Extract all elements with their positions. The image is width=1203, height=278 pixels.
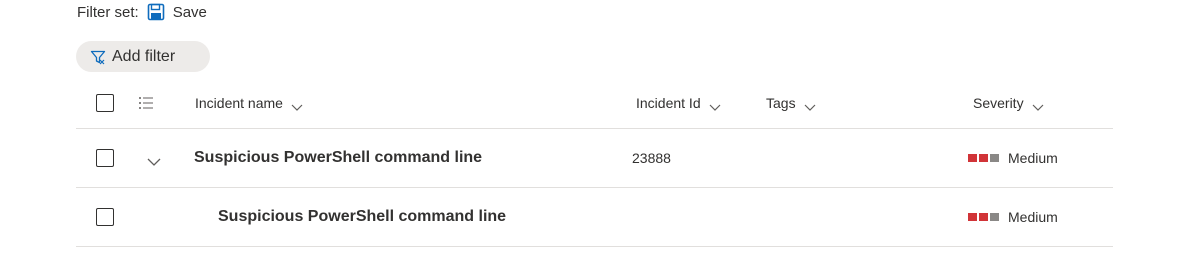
save-label: Save — [172, 3, 207, 21]
column-header-severity[interactable]: Severity — [973, 77, 1044, 128]
severity-cell: Medium — [968, 129, 1058, 187]
severity-indicator: Medium — [968, 209, 1058, 225]
select-all-cell — [96, 77, 114, 128]
incident-name-cell[interactable]: Suspicious PowerShell command line — [218, 188, 506, 246]
chevron-down-icon — [291, 99, 303, 111]
list-view-icon[interactable] — [138, 96, 154, 110]
add-filter-button[interactable]: Add filter — [76, 41, 210, 72]
column-header-severity-label: Severity — [973, 94, 1024, 111]
severity-label: Medium — [1008, 209, 1058, 225]
add-filter-label: Add filter — [112, 47, 176, 65]
save-filter-button[interactable]: Save — [147, 3, 207, 21]
severity-label: Medium — [1008, 150, 1058, 166]
column-header-tags[interactable]: Tags — [766, 77, 816, 128]
expand-cell — [147, 129, 161, 187]
column-header-tags-label: Tags — [766, 94, 796, 111]
column-header-incident-id-label: Incident Id — [636, 94, 701, 111]
row-select-cell — [96, 129, 114, 187]
incident-id: 23888 — [632, 150, 671, 166]
chevron-down-icon — [804, 99, 816, 111]
table-header-row: Incident name Incident Id Tags Severity — [76, 77, 1113, 129]
filter-set-bar: Filter set: Save — [77, 2, 207, 22]
filter-icon — [90, 49, 106, 65]
expand-chevron-icon[interactable] — [147, 154, 161, 166]
row-select-cell — [96, 188, 114, 246]
severity-bars-icon — [968, 154, 1001, 162]
save-icon — [147, 3, 165, 21]
chevron-down-icon — [709, 99, 721, 111]
select-all-checkbox[interactable] — [96, 93, 114, 112]
chevron-down-icon — [1032, 99, 1044, 111]
row-checkbox[interactable] — [96, 149, 114, 167]
column-header-incident-name[interactable]: Incident name — [195, 77, 303, 128]
list-view-cell — [138, 77, 154, 128]
column-header-incident-id[interactable]: Incident Id — [636, 77, 721, 128]
incident-id-cell: 23888 — [632, 129, 671, 187]
incident-name-cell[interactable]: Suspicious PowerShell command line — [194, 129, 482, 187]
incidents-page: Filter set: Save Add filter Incident nam… — [0, 0, 1203, 278]
filter-set-label: Filter set: — [77, 3, 139, 21]
table-row[interactable]: Suspicious PowerShell command line Mediu… — [76, 188, 1113, 247]
table-row[interactable]: Suspicious PowerShell command line 23888… — [76, 129, 1113, 188]
column-header-incident-name-label: Incident name — [195, 94, 283, 111]
severity-bars-icon — [968, 213, 1001, 221]
row-checkbox[interactable] — [96, 208, 114, 226]
severity-indicator: Medium — [968, 150, 1058, 166]
incident-name[interactable]: Suspicious PowerShell command line — [194, 149, 482, 167]
incident-name[interactable]: Suspicious PowerShell command line — [218, 208, 506, 226]
severity-cell: Medium — [968, 188, 1058, 246]
incidents-table: Incident name Incident Id Tags Severity … — [76, 77, 1113, 247]
